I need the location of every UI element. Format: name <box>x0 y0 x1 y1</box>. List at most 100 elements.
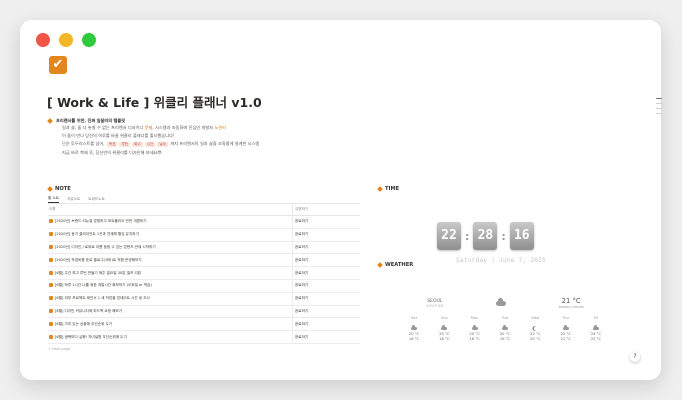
row-name-cell[interactable]: [6월] 디자인 커뮤니티에 피드백 요청 해보기 <box>48 305 293 319</box>
table-row[interactable]: [6월] 디자인 커뮤니티에 피드백 요청 해보기 완료하기 <box>48 305 360 319</box>
row-status[interactable]: 완료하기 <box>292 292 360 306</box>
intro-callout: 프리랜서를 위한, 진짜 일잘러의 템플릿 일과 삶, 둘 다 놓칠 수 없는 … <box>47 118 338 157</box>
cloud-icon <box>411 324 417 330</box>
page-title[interactable]: [ Work & Life ] 위클리 플래너 v1.0 <box>47 92 262 111</box>
outline-markers[interactable] <box>656 98 662 114</box>
clock-minutes: 28 <box>473 222 498 250</box>
close-window-button[interactable] <box>36 33 50 47</box>
forecast-day-name: Sat <box>410 316 418 320</box>
clock-date: Saturday | June 7, 2025 <box>456 257 546 264</box>
row-status[interactable]: 완료하기 <box>292 241 360 255</box>
minimize-window-button[interactable] <box>59 33 73 47</box>
diamond-icon <box>47 186 53 192</box>
row-status[interactable]: 완료하기 <box>292 253 360 268</box>
tab-tweed-notes[interactable]: 트위드노트 <box>88 197 105 202</box>
weather-city: SEOUL WEATHER <box>426 298 444 308</box>
clock-hours: 22 <box>437 222 461 250</box>
diamond-icon <box>47 118 53 124</box>
row-name-cell[interactable]: [2020년] 브랜드 리뉴얼 방법하고 포트폴리오 반반 개편하기 <box>48 215 293 229</box>
cloud-icon <box>496 297 507 306</box>
note-heading: NOTE <box>47 186 71 192</box>
row-name: [6월] 가치 있는 상황에 우선순위 두기 <box>55 321 113 326</box>
tag-goal: 목표 <box>106 142 118 148</box>
forecast-day: Mon 20 °C 18 °C <box>461 316 489 342</box>
weather-heading: WEATHER <box>377 262 413 268</box>
page-icon <box>49 296 53 301</box>
tab-todo-notes[interactable]: 할 노트 <box>48 196 60 203</box>
row-status[interactable]: 완료하기 <box>292 228 360 242</box>
row-name: [6월] 하루 1시간 나를 위한 개발시간 확보하기 (오후일 or 학습) <box>55 283 152 288</box>
forecast-low: 18 °C <box>439 337 450 341</box>
row-name: [2020년] 브랜드 리뉴얼 방법하고 포트폴리오 반반 개편하기 <box>55 219 147 224</box>
forecast-day-name: Tue <box>501 316 509 320</box>
page-icon <box>49 244 53 249</box>
cloud-icon <box>592 324 599 330</box>
row-name-cell[interactable]: [2020년] 동기 클라이언트 1곳과 연계해 월임 유지하기 <box>48 228 293 242</box>
forecast-day-name: Fri <box>593 316 599 320</box>
table-row[interactable]: [6월] 생택보다 실행! 자녀설명 우선순위에 두기 완료하기 <box>48 330 360 344</box>
row-status[interactable]: 완료하기 <box>292 215 360 229</box>
forecast-low: 16 °C <box>408 337 420 341</box>
new-page-button[interactable]: + New page <box>48 347 360 351</box>
row-name: [6월] 주간 최고 루틴 만들기 매주 일요일 30분 셀프 리뷰 <box>55 270 142 275</box>
row-status[interactable]: 완료하기 <box>292 330 360 344</box>
forecast-low: 21 °C <box>560 337 571 341</box>
forecast-day: Tue 20 °C 19 °C <box>491 316 519 342</box>
page-icon <box>49 270 53 275</box>
column-header-name[interactable]: 이름 <box>48 204 293 216</box>
cloud-icon <box>501 324 508 330</box>
row-name-cell[interactable]: [6월] 생택보다 실행! 자녀설명 우선순위에 두기 <box>48 330 293 344</box>
diamond-icon <box>377 262 383 268</box>
row-name-cell[interactable]: [6월] 주간 최고 루틴 만들기 매주 일요일 30분 셀프 리뷰 <box>48 266 293 280</box>
intro-line-1: 일과 삶, 둘 다 놓칠 수 없는 프리랜서 디자이너 문제, 시스템과 자동화… <box>62 125 226 130</box>
row-status[interactable]: 완료하기 <box>292 317 360 332</box>
table-row[interactable]: [2020년] 브랜드 리뉴얼 방법하고 포트폴리오 반반 개편하기 완료하기 <box>48 215 360 229</box>
row-status[interactable]: 완료하기 <box>292 305 360 319</box>
table-row[interactable]: [6월] 외부 프로젝트 제안서 1 새 작업을 업데이트 시간 네 조사 완료하… <box>48 292 360 306</box>
row-name: [6월] 생택보다 실행! 자녀설명 우선순위에 두기 <box>55 334 127 339</box>
forecast-low: 22 °C <box>590 337 602 341</box>
forecast-low: 20 °C <box>530 337 541 341</box>
cloud-icon <box>471 324 478 330</box>
row-name-cell[interactable]: [6월] 하루 1시간 나를 위한 개발시간 확보하기 (오후일 or 학습) <box>48 279 293 293</box>
table-row[interactable]: [6월] 주간 최고 루틴 만들기 매주 일요일 30분 셀프 리뷰 완료하기 <box>48 266 360 280</box>
maximize-window-button[interactable] <box>82 33 96 47</box>
row-status[interactable]: 완료하기 <box>292 279 360 293</box>
page-icon <box>49 321 53 326</box>
row-name-cell[interactable]: [2020년] 디자인 / 로와로 이름 등링 수 있는 콘텐츠 연재 시작하기 <box>48 241 293 255</box>
cloud-icon <box>562 324 569 330</box>
page-icon <box>49 257 53 262</box>
weather-current: 21 °C broken clouds <box>558 297 584 309</box>
moon-icon <box>534 326 539 331</box>
tag-review: 회고 <box>132 142 143 148</box>
forecast-day-name: Sun <box>440 316 448 320</box>
time-heading: TIME <box>377 186 399 192</box>
row-status[interactable]: 완료하기 <box>292 266 360 280</box>
table-row[interactable]: [2020년] 작업비용 표로 클로그(서비)로 적합 운영해보기 완료하기 <box>48 253 360 268</box>
forecast-day-name: Wed <box>531 316 540 320</box>
row-name: [6월] 외부 프로젝트 제안서 1 새 작업을 업데이트 시간 네 조사 <box>55 296 150 301</box>
tag-routine: 루틴 <box>119 142 131 148</box>
row-name-cell[interactable]: [2020년] 작업비용 표로 클로그(서비)로 적합 운영해보기 <box>48 253 293 268</box>
view-tabs: 할 노트 자유노트 트위드노트 <box>48 195 360 204</box>
note-database: 할 노트 자유노트 트위드노트 이름 유형하기 [2020년] 브랜드 리뉴얼 … <box>48 195 360 351</box>
table-row[interactable]: [6월] 하루 1시간 나를 위한 개발시간 확보하기 (오후일 or 학습) 완… <box>48 279 360 293</box>
table-row[interactable]: [2020년] 동기 클라이언트 1곳과 연계해 월임 유지하기 완료하기 <box>48 228 360 242</box>
page-icon <box>49 232 53 237</box>
row-name: [2020년] 작업비용 표로 클로그(서비)로 적합 운영해보기 <box>55 257 142 262</box>
tag-weather: 날씨 <box>157 142 168 148</box>
check-square-icon[interactable]: ✔ <box>49 56 67 74</box>
column-header-status[interactable]: 유형하기 <box>292 204 360 216</box>
clock-seconds: 16 <box>509 222 534 250</box>
tab-free-notes[interactable]: 자유노트 <box>67 197 80 202</box>
table-row[interactable]: [6월] 가치 있는 상황에 우선순위 두기 완료하기 <box>48 317 360 332</box>
row-name: [6월] 디자인 커뮤니티에 피드백 요청 해보기 <box>55 308 123 313</box>
intro-line-4: 지금 바로 복제 후, 당신만의 위클리를 디자인해 보세요😎 <box>62 149 162 155</box>
row-name-cell[interactable]: [6월] 외부 프로젝트 제안서 1 새 작업을 업데이트 시간 네 조사 <box>48 292 293 306</box>
forecast-day: Thu 22 °C 21 °C <box>552 316 580 342</box>
flip-clock: 22 : 28 : 16 <box>437 222 534 250</box>
intro-line-2: 이 둘이 만나 당신의 하루를 바꿀 위클리 플래너를 출시했습니다! <box>62 133 175 139</box>
table-row[interactable]: [2020년] 디자인 / 로와로 이름 등링 수 있는 콘텐츠 연재 시작하기… <box>48 241 360 255</box>
help-button[interactable]: ? <box>630 352 640 362</box>
row-name-cell[interactable]: [6월] 가치 있는 상황에 우선순위 두기 <box>48 317 293 332</box>
